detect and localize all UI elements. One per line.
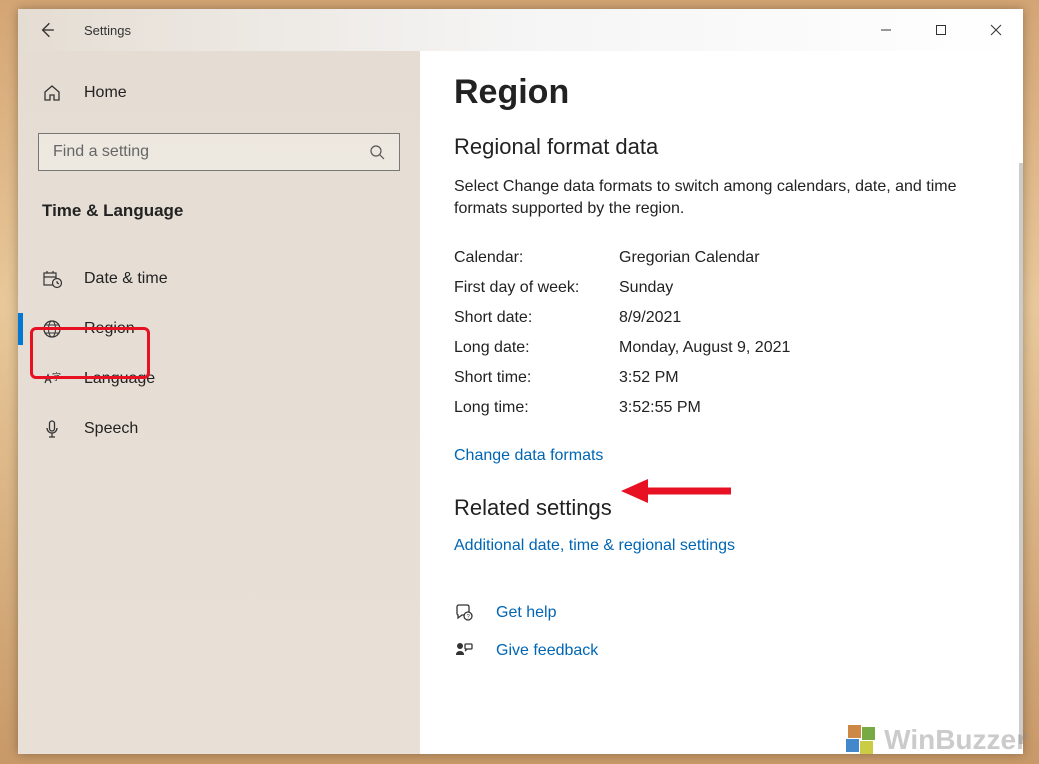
sidebar-nav-list: Date & time Region 字 Language Speech xyxy=(38,255,400,453)
back-button[interactable] xyxy=(36,20,56,40)
active-indicator xyxy=(18,313,23,345)
give-feedback-row[interactable]: Give feedback xyxy=(454,641,995,661)
microphone-icon xyxy=(42,419,62,439)
language-icon: 字 xyxy=(42,369,62,389)
globe-icon xyxy=(42,319,62,339)
format-label: Calendar: xyxy=(454,249,619,267)
search-icon xyxy=(369,144,385,160)
search-input[interactable] xyxy=(53,143,369,161)
give-feedback-link[interactable]: Give feedback xyxy=(496,642,598,660)
section-description: Select Change data formats to switch amo… xyxy=(454,176,964,221)
page-title: Region xyxy=(454,73,995,112)
sidebar: Home Time & Language Date & time Region xyxy=(18,51,420,754)
window-body: Home Time & Language Date & time Region xyxy=(18,51,1023,754)
format-value: 3:52:55 PM xyxy=(619,399,995,417)
home-label: Home xyxy=(84,84,127,102)
section-regional-format-title: Regional format data xyxy=(454,134,995,160)
settings-window: Settings Home Time & Language Date & tim… xyxy=(18,9,1023,754)
titlebar: Settings xyxy=(18,9,1023,51)
sidebar-item-label: Language xyxy=(84,370,155,388)
svg-text:字: 字 xyxy=(52,371,61,382)
search-input-container[interactable] xyxy=(38,133,400,171)
sidebar-item-label: Region xyxy=(84,320,135,338)
main-content: Region Regional format data Select Chang… xyxy=(420,51,1023,754)
sidebar-item-language[interactable]: 字 Language xyxy=(38,355,400,403)
home-nav[interactable]: Home xyxy=(38,75,400,111)
format-value: Gregorian Calendar xyxy=(619,249,995,267)
sidebar-item-label: Date & time xyxy=(84,270,168,288)
help-icon: ? xyxy=(454,603,474,623)
calendar-clock-icon xyxy=(42,269,62,289)
sidebar-item-date-time[interactable]: Date & time xyxy=(38,255,400,303)
format-value: 8/9/2021 xyxy=(619,309,995,327)
section-related-settings-title: Related settings xyxy=(454,495,995,521)
additional-regional-settings-link[interactable]: Additional date, time & regional setting… xyxy=(454,537,735,555)
window-controls xyxy=(858,9,1023,51)
home-icon xyxy=(42,83,62,103)
sidebar-item-region[interactable]: Region xyxy=(38,305,400,353)
format-label: Long date: xyxy=(454,339,619,357)
app-title: Settings xyxy=(84,23,858,38)
maximize-button[interactable] xyxy=(913,9,968,51)
format-label: First day of week: xyxy=(454,279,619,297)
get-help-link[interactable]: Get help xyxy=(496,604,556,622)
close-button[interactable] xyxy=(968,9,1023,51)
sidebar-item-label: Speech xyxy=(84,420,138,438)
format-value: Monday, August 9, 2021 xyxy=(619,339,995,357)
minimize-button[interactable] xyxy=(858,9,913,51)
format-value: Sunday xyxy=(619,279,995,297)
change-data-formats-link[interactable]: Change data formats xyxy=(454,447,603,465)
content-scrollbar[interactable] xyxy=(1019,163,1023,744)
sidebar-item-speech[interactable]: Speech xyxy=(38,405,400,453)
format-label: Short time: xyxy=(454,369,619,387)
sidebar-group-title: Time & Language xyxy=(38,201,400,221)
format-label: Long time: xyxy=(454,399,619,417)
feedback-icon xyxy=(454,641,474,661)
get-help-row[interactable]: ? Get help xyxy=(454,603,995,623)
format-label: Short date: xyxy=(454,309,619,327)
format-data-grid: Calendar:Gregorian Calendar First day of… xyxy=(454,249,995,417)
format-value: 3:52 PM xyxy=(619,369,995,387)
